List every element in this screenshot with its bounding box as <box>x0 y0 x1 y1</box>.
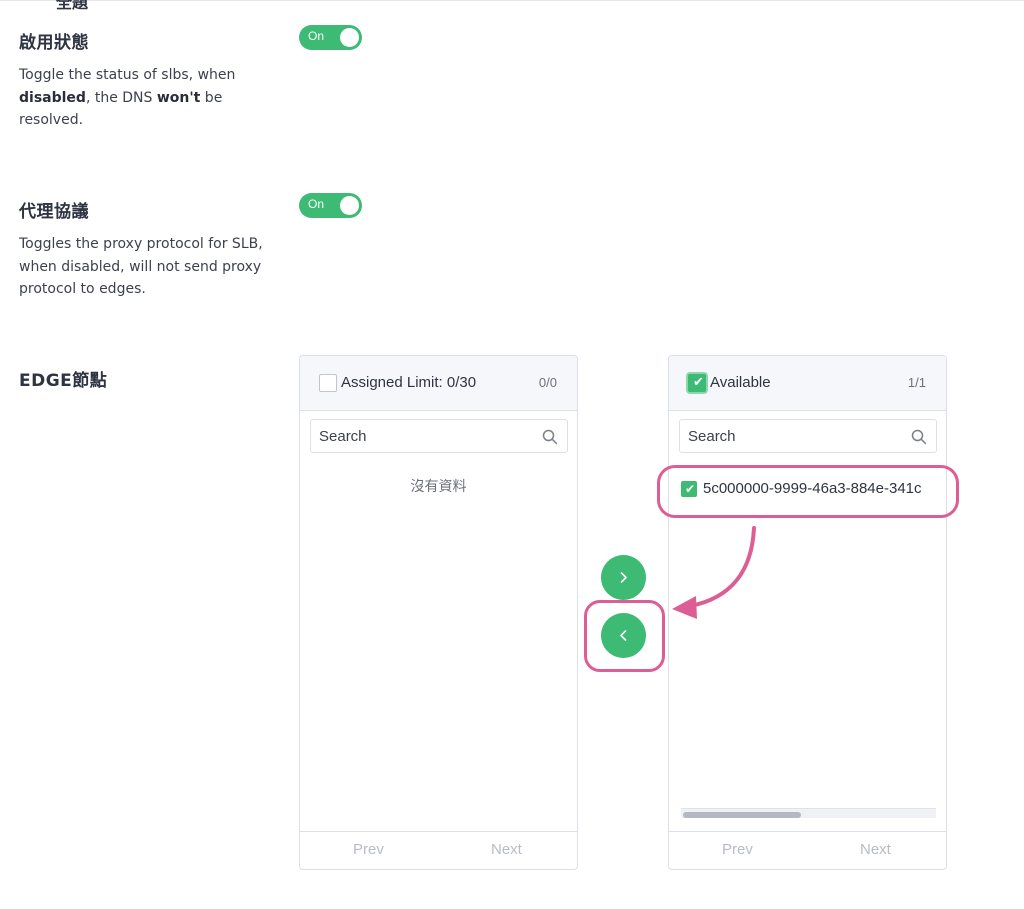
status-section-title: 啟用狀態 <box>19 33 89 53</box>
assigned-select-all-checkbox[interactable] <box>319 374 337 392</box>
partial-section-title: 全題 <box>56 0 89 12</box>
assigned-panel-footer: Prev Next <box>300 831 577 869</box>
available-panel-title: Available <box>710 374 771 391</box>
top-divider <box>0 0 1024 1</box>
proxy-section-description: Toggles the proxy protocol for SLB, when… <box>19 236 263 297</box>
item-highlight-outline <box>657 465 959 518</box>
available-search-input[interactable]: Search <box>679 419 937 453</box>
proxy-toggle-knob <box>340 196 359 215</box>
disabled-keyword: disabled <box>19 89 86 106</box>
assigned-panel-header: Assigned Limit: 0/30 0/0 <box>300 356 577 411</box>
assigned-panel-count: 0/0 <box>538 375 557 390</box>
horizontal-scrollbar[interactable] <box>681 808 936 818</box>
available-panel-count: 1/1 <box>907 375 926 390</box>
available-prev-button[interactable]: Prev <box>722 841 753 858</box>
proxy-toggle[interactable]: On <box>299 193 362 218</box>
available-panel-footer: Prev Next <box>669 831 946 869</box>
assigned-panel-title: Assigned Limit: 0/30 <box>341 374 477 391</box>
annotation-arrow <box>672 526 756 619</box>
proxy-toggle-label: On <box>308 197 325 211</box>
status-toggle-label: On <box>308 29 325 43</box>
assigned-prev-button[interactable]: Prev <box>353 841 384 858</box>
available-panel-header: ✔ Available 1/1 <box>669 356 946 411</box>
available-search-placeholder: Search <box>688 428 736 445</box>
status-toggle[interactable]: On <box>299 25 362 50</box>
available-select-all-checkbox[interactable]: ✔ <box>688 374 706 392</box>
status-toggle-knob <box>340 28 359 47</box>
assigned-panel: Assigned Limit: 0/30 0/0 Search 沒有資料 Pre… <box>299 355 578 870</box>
move-right-button[interactable] <box>601 555 646 600</box>
assigned-search-placeholder: Search <box>319 428 367 445</box>
assigned-empty-text: 沒有資料 <box>410 479 467 495</box>
check-icon: ✔ <box>693 375 704 390</box>
button-highlight-outline <box>584 600 665 672</box>
assigned-search-input[interactable]: Search <box>310 419 568 453</box>
status-section-description: Toggle the status of slbs, when disabled… <box>19 67 236 128</box>
chevron-right-icon <box>620 572 627 583</box>
wont-keyword: won't <box>156 89 201 106</box>
scrollbar-thumb[interactable] <box>683 812 801 818</box>
assigned-next-button[interactable]: Next <box>491 841 522 858</box>
available-next-button[interactable]: Next <box>860 841 891 858</box>
search-icon <box>542 429 558 445</box>
proxy-section-title: 代理協議 <box>19 202 89 222</box>
edge-section-title: EDGE節點 <box>19 371 108 391</box>
search-icon <box>911 429 927 445</box>
